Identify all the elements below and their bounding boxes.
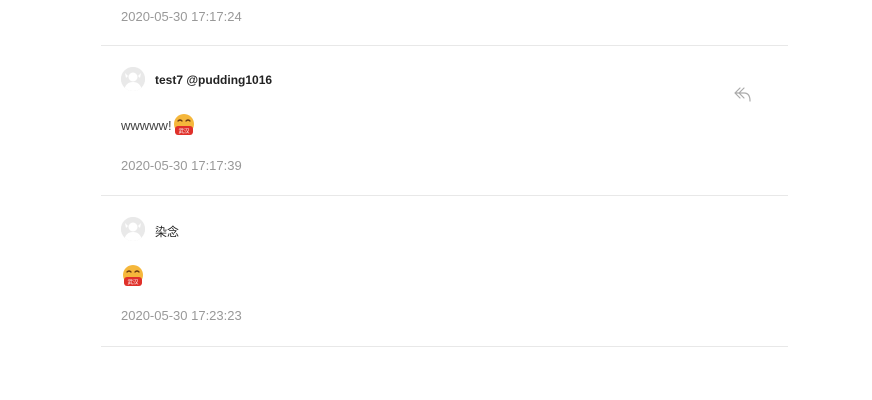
comment-timestamp: 2020-05-30 17:23:23 [121, 308, 242, 323]
svg-text:武汉: 武汉 [178, 127, 190, 135]
comment-content: wwwww! 武汉 [121, 113, 196, 137]
comment-item: 染念 武汉 2020-05-30 17:23:23 [101, 196, 788, 347]
avatar[interactable] [121, 67, 145, 91]
svg-text:武汉: 武汉 [127, 278, 139, 286]
wuhan-face-emoji: 武汉 [121, 264, 145, 288]
comment-list: 2020-05-30 17:17:24 test7 @pudding1016 w… [101, 0, 788, 347]
comment-item: 2020-05-30 17:17:24 [101, 0, 788, 46]
avatar[interactable] [121, 217, 145, 241]
comment-author[interactable]: 染念 [155, 223, 179, 240]
default-avatar-icon [121, 67, 145, 91]
comment-item: test7 @pudding1016 wwwww! 武汉 2020-05-30 … [101, 46, 788, 196]
comment-timestamp: 2020-05-30 17:17:24 [121, 9, 242, 24]
wuhan-face-emoji: 武汉 [172, 113, 196, 137]
comment-timestamp: 2020-05-30 17:17:39 [121, 158, 242, 173]
comment-author[interactable]: test7 @pudding1016 [155, 73, 272, 87]
reply-arrow-icon[interactable] [733, 86, 753, 104]
comment-text: wwwww! [121, 117, 172, 133]
default-avatar-icon [121, 217, 145, 241]
comment-content: 武汉 [121, 264, 145, 288]
